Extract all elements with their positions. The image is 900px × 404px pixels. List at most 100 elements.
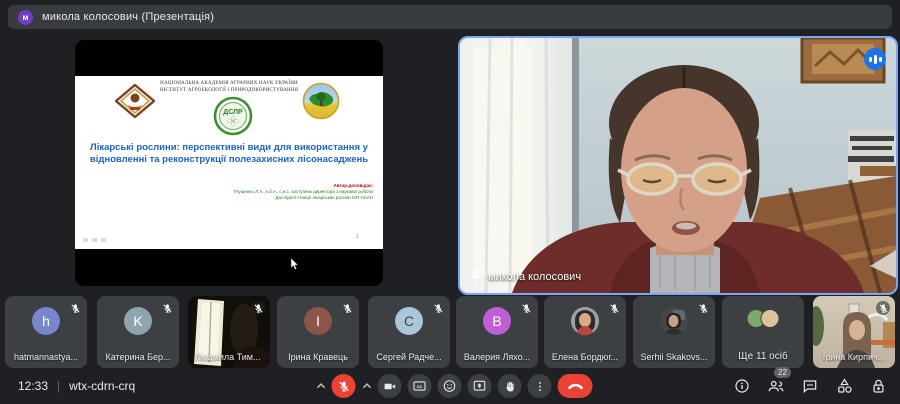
participants-button[interactable]: 22 [766,374,786,398]
emoji-icon [443,379,457,393]
participant-tile[interactable]: K Катерина Бер... [97,296,179,368]
raise-hand-icon [503,380,516,393]
audio-bar [869,57,872,62]
speaker-name-text: микола колосович [488,271,581,283]
divider: | [57,379,60,393]
slide-author-block: Автор-доповідач: Глущенко Л.А., к.б.н., … [234,183,373,201]
mic-off-icon [340,301,354,315]
host-controls-button[interactable] [868,374,888,398]
participant-tile-video[interactable]: Ірина Кирпич... [813,296,895,368]
participant-avatar: C [395,307,423,335]
mic-off-icon [68,301,82,315]
mic-options-chevron[interactable] [316,374,326,398]
svg-text:cc: cc [417,384,423,389]
slide-page-number: 1 [356,234,359,240]
closed-captions-icon: cc [413,379,427,393]
participant-name: Сергей Радче... [371,352,447,362]
slide-title: Лікарські рослини: перспективні види для… [85,142,373,166]
slide-author-line2: Дослідної станції лікарських рослин ІАП … [234,195,373,201]
overflow-avatar [761,309,780,328]
mic-off-icon [160,301,174,315]
participant-name: Ірина Кравець [280,352,356,362]
presenting-banner: м микола колосович (Презентація) [8,5,892,29]
meeting-details-button[interactable] [732,374,752,398]
participant-tile[interactable]: Елена Бордюг... [544,296,626,368]
participant-photo-avatar [660,307,688,335]
naan-diamond-logo-icon [115,84,155,118]
overflow-avatars [747,309,780,328]
mic-off-icon [876,301,890,315]
participant-avatar: h [32,307,60,335]
participant-avatar: K [124,307,152,335]
participant-tile[interactable]: C Сергей Радче... [368,296,450,368]
more-options-button[interactable] [528,374,552,398]
camera-options-chevron[interactable] [362,374,372,398]
participant-avatar: B [483,307,511,335]
mic-off-icon [251,301,265,315]
participant-name: Елена Бордюг... [547,352,623,362]
meeting-code: wtx-cdrn-crq [69,379,135,393]
panel-controls: 22 [732,374,888,398]
participant-name: hatmannastya... [8,352,84,362]
presenter-avatar: м [18,10,33,25]
audio-activity-indicator [864,48,886,70]
participant-photo-avatar [571,307,599,335]
activities-button[interactable] [834,374,854,398]
mic-toggle-button[interactable] [332,374,356,398]
mic-off-icon [607,301,621,315]
participant-name: Serhii Skakovs... [636,352,712,362]
participant-tile[interactable]: h hatmannastya... [5,296,87,368]
call-controls: cc [316,374,593,398]
participant-name: Людмила Тим... [195,352,267,362]
dslr-station-logo-icon: ДСЛР [213,96,253,136]
participant-tile[interactable]: B Валерия Ляхо... [456,296,538,368]
chat-button[interactable] [800,374,820,398]
participant-tile[interactable]: I Ірина Кравець [277,296,359,368]
host-controls-lock-icon [871,378,886,395]
end-call-button[interactable] [558,374,593,398]
info-icon [734,378,750,394]
present-screen-icon [473,379,487,393]
audio-bar [874,55,877,64]
mic-off-icon [696,301,710,315]
slide-title-line1: Лікарські рослини: перспективні види для… [85,142,373,154]
videocam-icon [383,380,396,393]
more-options-icon [533,380,546,393]
mic-off-icon [519,301,533,315]
participant-name: Катерина Бер... [100,352,176,362]
camera-toggle-button[interactable] [378,374,402,398]
mic-off-icon [431,301,445,315]
meeting-info: 12:33 | wtx-cdrn-crq [18,368,135,404]
participant-name: Ірина Кирпич... [816,352,892,362]
pin-icon [470,270,481,284]
reactions-button[interactable] [438,374,462,398]
control-bar: 12:33 | wtx-cdrn-crq cc [0,368,900,404]
slide: НАЦІОНАЛЬНА АКАДЕМІЯ АГРАРНИХ НАУК УКРАЇ… [75,76,383,249]
clock-time: 12:33 [18,379,48,393]
captions-button[interactable]: cc [408,374,432,398]
chat-icon [802,378,818,394]
presenting-banner-title: микола колосович (Презентація) [42,11,214,23]
participant-avatar: I [304,307,332,335]
ukraine-map-logo-icon [302,82,340,120]
mic-off-icon [337,380,350,393]
svg-text:ДСЛР: ДСЛР [223,109,243,116]
slide-title-line2: відновленні та реконструкції полезахисни… [85,154,373,166]
end-call-icon [567,381,583,392]
participant-tile[interactable]: Serhii Skakovs... [633,296,715,368]
main-speaker-video[interactable]: микола колосович [458,36,898,295]
participants-count-badge: 22 [774,367,791,378]
participant-tile-video[interactable]: Людмила Тим... [188,296,270,368]
mouse-cursor-icon [290,258,299,270]
activities-icon [836,378,853,394]
speaker-video-feed [460,38,896,293]
audio-bar [879,57,882,62]
raise-hand-button[interactable] [498,374,522,398]
overflow-count-label: Ще 11 осіб [725,351,801,362]
speaker-name-label: микола колосович [470,270,581,284]
overflow-participants-tile[interactable]: Ще 11 осіб [722,296,804,368]
participant-name: Валерия Ляхо... [459,352,535,362]
screenshare-tile[interactable]: НАЦІОНАЛЬНА АКАДЕМІЯ АГРАРНИХ НАУК УКРАЇ… [75,40,383,286]
slide-toolbar-marks [83,238,106,242]
present-screen-button[interactable] [468,374,492,398]
